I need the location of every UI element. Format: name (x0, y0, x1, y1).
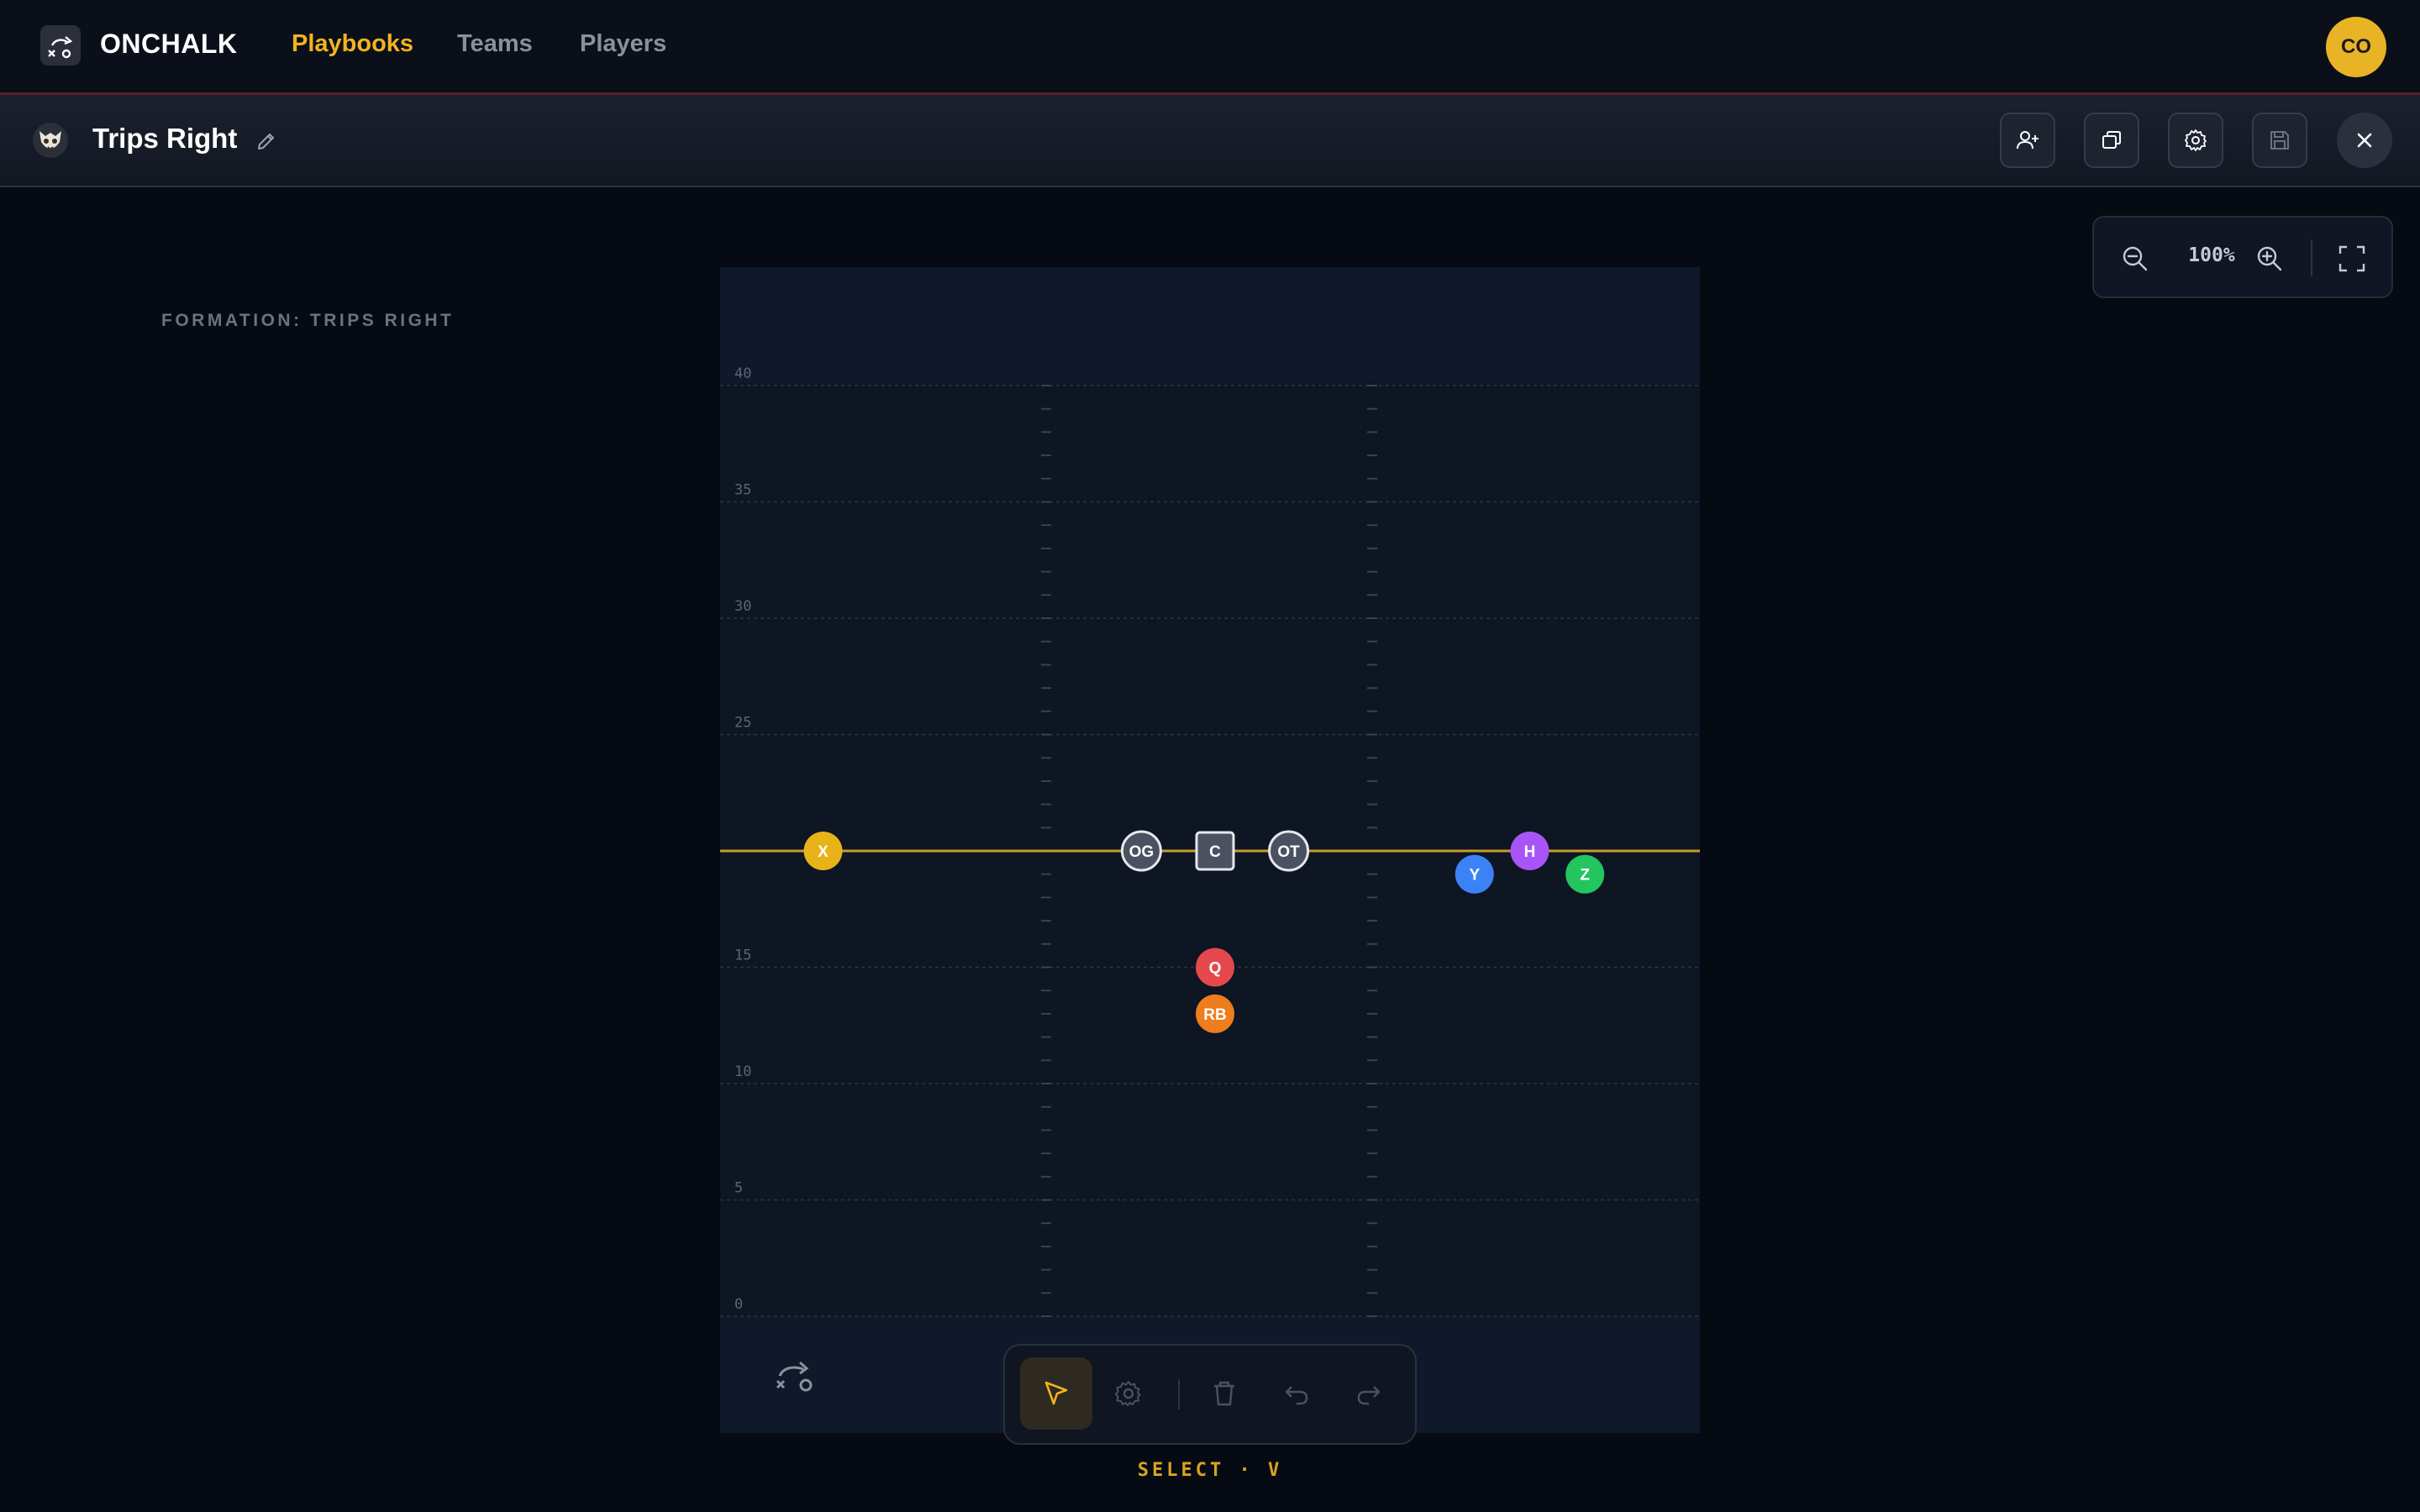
formation-label: FORMATION: TRIPS RIGHT (161, 311, 455, 330)
player-label: Q (1209, 960, 1222, 978)
player-token-h[interactable]: H (1510, 832, 1549, 870)
select-icon (1044, 1381, 1068, 1405)
delete-icon (1214, 1381, 1234, 1406)
route-tool-icon[interactable] (773, 1354, 817, 1398)
zoom-divider (2311, 239, 2312, 276)
editor-toolbar (1003, 1344, 1417, 1445)
yard-label: 40 (734, 365, 751, 382)
player-label: H (1524, 843, 1536, 861)
yard-label: 15 (734, 948, 751, 964)
add-player-button[interactable] (2000, 113, 2055, 168)
edit-pencil-icon[interactable] (255, 129, 278, 153)
user-avatar[interactable]: CO (2326, 17, 2386, 77)
save-icon (2270, 131, 2289, 150)
nav-players[interactable]: Players (580, 30, 666, 58)
zoom-controls: 100% (2092, 216, 2393, 298)
duplicate-icon (2102, 131, 2121, 149)
player-token-rb[interactable]: RB (1196, 994, 1234, 1033)
player-token-c[interactable]: C (1195, 831, 1235, 871)
delete-button[interactable] (1188, 1357, 1260, 1430)
team-logo-icon (33, 123, 68, 158)
app-logo[interactable] (40, 25, 81, 66)
yard-label: 35 (734, 482, 751, 499)
yard-label: 25 (734, 715, 751, 732)
nav-teams[interactable]: Teams (457, 30, 533, 58)
play-title[interactable]: Trips Right (92, 123, 237, 155)
toolbar-divider (1178, 1379, 1180, 1410)
yard-label: 30 (734, 598, 751, 615)
player-token-q[interactable]: Q (1196, 948, 1234, 987)
player-token-x[interactable]: X (803, 832, 843, 870)
player-label: X (818, 843, 829, 861)
add-player-icon (2017, 131, 2039, 150)
brand-name[interactable]: ONCHALK (100, 29, 237, 60)
yard-label: 5 (734, 1180, 743, 1197)
player-token-ot[interactable]: OT (1268, 830, 1310, 872)
field-canvas[interactable]: 40 35 30 25 15 10 5 0 X OG C OT Y H Z Q RB (720, 267, 1700, 1433)
undo-icon (1285, 1386, 1308, 1405)
player-label: OG (1129, 843, 1155, 861)
zoom-out-icon[interactable] (2121, 244, 2149, 273)
tool-mode-hint: SELECT · V (1137, 1460, 1283, 1481)
select-tool-button[interactable] (1020, 1357, 1092, 1430)
player-label: OT (1277, 843, 1300, 861)
play-header: Trips Right (0, 95, 2420, 187)
redo-button[interactable] (1333, 1357, 1405, 1430)
play-settings-button[interactable] (2168, 113, 2223, 168)
play-diagram-icon (48, 36, 73, 59)
yard-label: 10 (734, 1063, 751, 1080)
player-token-z[interactable]: Z (1565, 854, 1605, 894)
player-token-og[interactable]: OG (1120, 830, 1162, 872)
player-label: C (1209, 843, 1221, 861)
save-button[interactable] (2252, 113, 2307, 168)
player-label: Y (1469, 867, 1480, 885)
play-field[interactable]: 40 35 30 25 15 10 5 0 X OG C OT Y H Z Q RB (720, 267, 1700, 1433)
zoom-in-icon[interactable] (2255, 244, 2284, 273)
duplicate-button[interactable] (2084, 113, 2139, 168)
player-label: RB (1203, 1006, 1226, 1024)
player-settings-button[interactable] (1092, 1357, 1165, 1430)
redo-icon (1357, 1386, 1381, 1405)
top-nav: ONCHALK Playbooks Teams Players CO (0, 0, 2420, 95)
endzone-top (720, 267, 1700, 383)
yard-label: 0 (734, 1296, 743, 1313)
player-label: Z (1580, 867, 1590, 885)
fullscreen-icon[interactable] (2338, 244, 2366, 273)
settings-icon (2185, 129, 2207, 151)
settings-icon (1115, 1381, 1141, 1406)
nav-playbooks[interactable]: Playbooks (292, 30, 413, 58)
zoom-level: 100% (2188, 244, 2235, 266)
close-button[interactable] (2337, 113, 2392, 168)
player-token-y[interactable]: Y (1455, 854, 1494, 894)
close-icon (2357, 133, 2372, 148)
undo-button[interactable] (1260, 1357, 1333, 1430)
